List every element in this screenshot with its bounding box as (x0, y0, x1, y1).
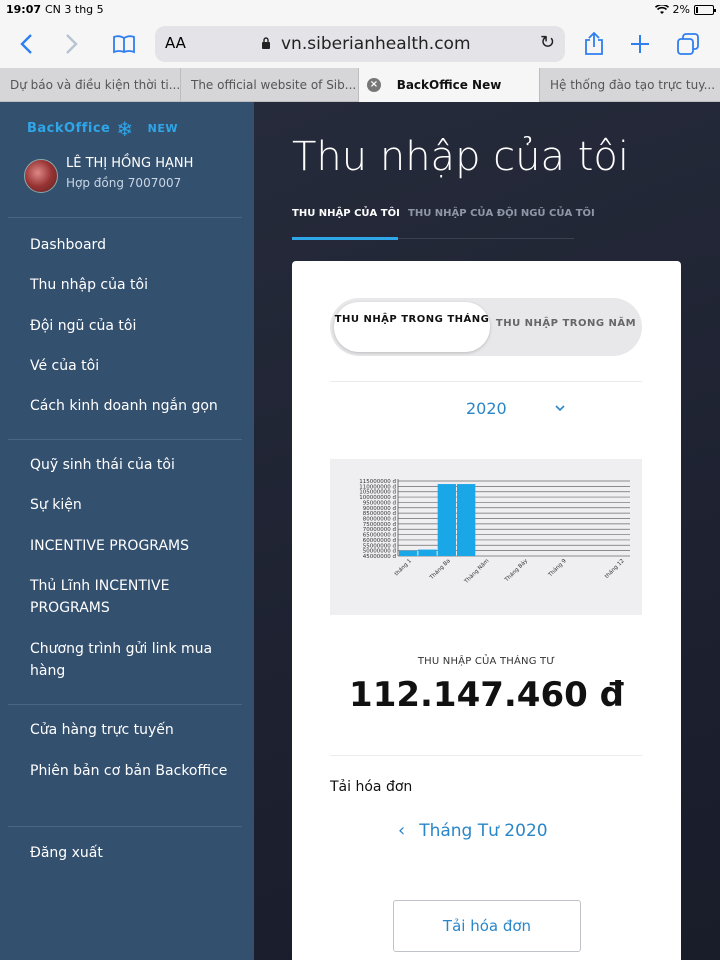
tabs-overview-icon[interactable] (670, 26, 706, 62)
sidebar-item-incentive-programs[interactable]: INCENTIVE PROGRAMS (30, 535, 230, 557)
sidebar-item-logout[interactable]: Đăng xuất (30, 842, 230, 864)
contract-number: Hợp đồng 7007007 (66, 176, 182, 190)
sidebar-item-basic-version[interactable]: Phiên bản cơ bản Backoffice (30, 760, 230, 782)
earnings-value: 112.147.460 đ (349, 675, 624, 715)
browser-tab-weather[interactable]: Dự báo và điều kiện thời ti... (0, 68, 181, 102)
forward-icon[interactable] (54, 26, 90, 62)
toggle-yearly[interactable]: THU NHẬP TRONG NĂM (494, 318, 638, 329)
income-chart-svg: 115000000 đ110000000 đ105000000 đ1000000… (359, 479, 630, 586)
address-bar[interactable]: AA vn.siberianhealth.com ↻ (155, 26, 565, 62)
wifi-icon (654, 4, 669, 14)
sidebar-item-my-team[interactable]: Đội ngũ của tôi (30, 315, 230, 337)
chart-x-tick-label: Tháng Ba (428, 557, 452, 581)
bookmarks-icon[interactable] (106, 26, 142, 62)
chart-bar (418, 549, 437, 556)
chart-x-tick-label: tháng 12 (603, 557, 625, 579)
download-invoice-button[interactable]: Tải hóa đơn (393, 900, 581, 952)
sidebar-item-online-store[interactable]: Cửa hàng trực tuyến (30, 719, 230, 741)
chart-bar (437, 484, 456, 556)
sidebar-divider (8, 439, 242, 440)
chart-bar (457, 484, 476, 556)
browser-tab-title: The official website of Sib... (191, 78, 357, 92)
new-tab-icon[interactable] (622, 26, 658, 62)
sidebar-item-my-tickets[interactable]: Vé của tôi (30, 355, 230, 377)
browser-tab-title: BackOffice New (396, 78, 502, 92)
browser-tab-siberian[interactable]: The official website of Sib... (181, 68, 359, 102)
user-name: LÊ THỊ HỒNG HẠNH (66, 156, 194, 171)
toggle-monthly[interactable]: THU NHẬP TRONG THÁNG (334, 302, 490, 352)
sidebar-divider (8, 704, 242, 705)
share-icon[interactable] (576, 26, 612, 62)
sidebar-item-my-income[interactable]: Thu nhập của tôi (30, 274, 230, 296)
sidebar-item-eco-fund[interactable]: Quỹ sinh thái của tôi (30, 454, 230, 476)
invoice-label: Tải hóa đơn (330, 779, 413, 795)
sidebar-divider (8, 217, 242, 218)
sidebar-divider (8, 826, 242, 827)
tab-my-income[interactable]: THU NHẬP CỦA TÔI (292, 208, 400, 219)
battery-percent: 2% (672, 3, 690, 16)
sidebar: BackOffice ❄ NEW LÊ THỊ HỒNG HẠNH Hợp đồ… (0, 102, 254, 960)
active-tab-indicator (292, 237, 398, 240)
snowflake-icon: ❄ (116, 116, 134, 141)
income-chart: 115000000 đ 110000000 đ 105000000 đ 1000000… (330, 459, 642, 615)
sidebar-item-business-brief[interactable]: Cách kinh doanh ngắn gọn (30, 395, 230, 417)
avatar (24, 159, 58, 193)
income-card: THU NHẬP TRONG THÁNG THU NHẬP TRONG NĂM … (292, 261, 681, 960)
main-content: Thu nhập của tôi THU NHẬP CỦA TÔI THU NH… (254, 102, 720, 960)
close-tab-icon[interactable]: × (367, 78, 381, 92)
chart-x-tick-label: Tháng 9 (546, 557, 568, 579)
period-toggle: THU NHẬP TRONG THÁNG THU NHẬP TRONG NĂM (330, 298, 642, 356)
sidebar-item-leader-incentive[interactable]: Thủ Lĩnh INCENTIVE PROGRAMS (30, 575, 230, 619)
browser-toolbar: AA vn.siberianhealth.com ↻ (0, 20, 720, 68)
year-select[interactable]: 2020 (466, 399, 507, 418)
chart-x-tick-label: Tháng Bảy (503, 557, 530, 584)
battery-icon (694, 4, 716, 15)
tab-team-income[interactable]: THU NHẬP CỦA ĐỘI NGŨ CỦA TÔI (408, 208, 595, 219)
chart-x-tick-label: Tháng Năm (462, 557, 490, 585)
browser-tab-bar: Dự báo và điều kiện thời ti... The offic… (0, 68, 720, 102)
browser-tab-backoffice[interactable]: × BackOffice New (359, 68, 540, 102)
url-text: vn.siberianhealth.com (281, 34, 471, 54)
status-date: CN 3 thg 5 (45, 3, 104, 16)
browser-tab-title: Dự báo và điều kiện thời ti... (10, 78, 181, 92)
status-time: 19:07 (6, 3, 42, 16)
status-bar: 19:07 CN 3 thg 5 2% (0, 0, 720, 20)
chart-x-tick-label: tháng 1 (393, 557, 413, 577)
browser-tab-training[interactable]: Hệ thống đào tạo trực tuy... (540, 68, 720, 102)
chart-y-tick-label: 45000000 đ (363, 554, 397, 560)
reload-icon[interactable]: ↻ (540, 32, 555, 53)
chevron-down-icon[interactable] (554, 402, 566, 414)
card-divider (330, 381, 642, 382)
invoice-month[interactable]: Tháng Tư 2020 (419, 821, 547, 841)
brand-logo[interactable]: BackOffice ❄ NEW (27, 116, 178, 141)
chart-bar (399, 550, 418, 556)
text-size-button[interactable]: AA (165, 34, 186, 52)
brand-name: BackOffice (27, 121, 111, 136)
sidebar-item-events[interactable]: Sự kiện (30, 494, 230, 516)
earnings-label: THU NHẬP CỦA THÁNG TƯ (417, 656, 556, 667)
status-right: 2% (654, 3, 716, 16)
invoice-month-nav: ‹ Tháng Tư 2020 (398, 820, 548, 841)
card-divider (330, 755, 642, 756)
brand-badge: NEW (147, 122, 178, 135)
browser-tab-title: Hệ thống đào tạo trực tuy... (550, 78, 716, 92)
back-icon[interactable] (8, 26, 44, 62)
sidebar-item-purchase-link[interactable]: Chương trình gửi link mua hàng (30, 638, 230, 682)
sidebar-item-dashboard[interactable]: Dashboard (30, 234, 230, 256)
chevron-left-icon[interactable]: ‹ (398, 820, 405, 841)
page-title: Thu nhập của tôi (292, 134, 630, 180)
lock-icon (262, 37, 270, 49)
